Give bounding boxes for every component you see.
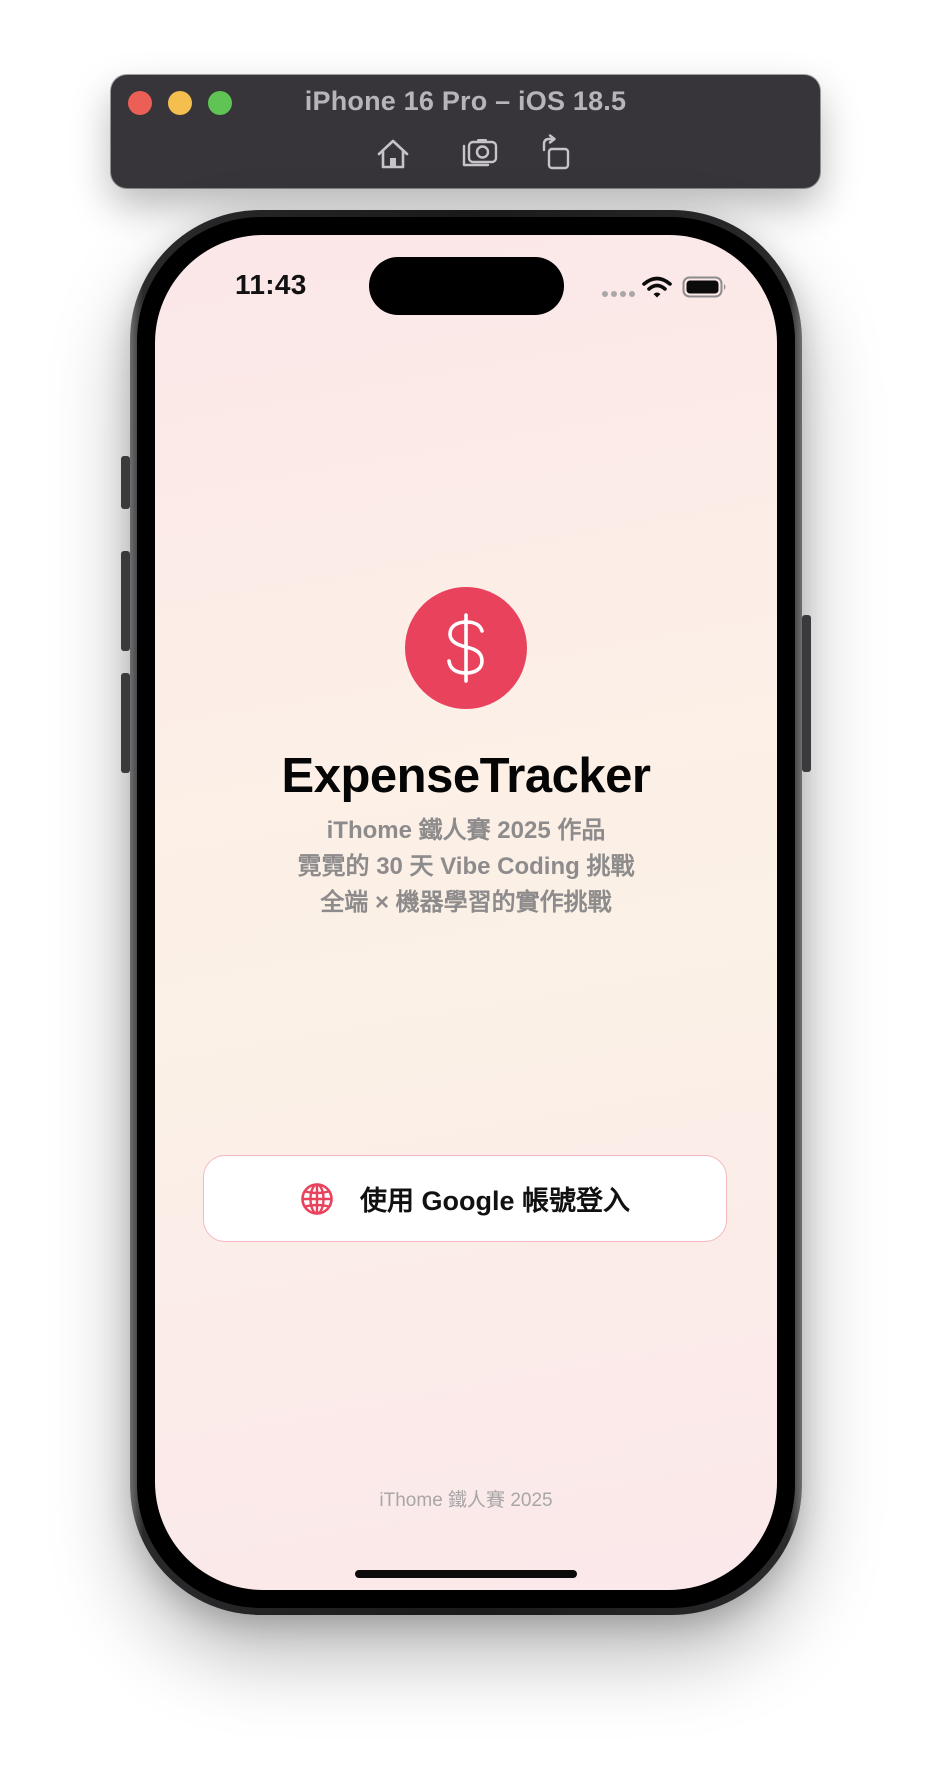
status-time: 11:43 bbox=[235, 269, 307, 300]
app-logo bbox=[405, 587, 527, 709]
home-icon[interactable] bbox=[373, 134, 417, 174]
side-power-button bbox=[802, 615, 811, 772]
cellular-signal-icon bbox=[602, 291, 636, 297]
subtitle-line-3: 全端 × 機器學習的實作挑戰 bbox=[320, 889, 612, 916]
volume-down-button bbox=[121, 673, 130, 773]
google-login-button[interactable]: 使用 Google 帳號登入 bbox=[203, 1155, 727, 1242]
home-indicator[interactable] bbox=[355, 1570, 577, 1578]
dollar-sign-icon bbox=[447, 613, 484, 683]
rotate-icon[interactable] bbox=[538, 134, 582, 174]
globe-icon bbox=[301, 1182, 333, 1215]
screenshot-icon[interactable] bbox=[460, 134, 504, 174]
app-title: ExpenseTracker bbox=[281, 749, 651, 803]
subtitle-line-1: iThome 鐵人賽 2025 作品 bbox=[326, 817, 606, 844]
volume-up-button bbox=[121, 551, 130, 651]
simulator-title: iPhone 16 Pro – iOS 18.5 bbox=[304, 86, 627, 116]
action-button bbox=[121, 456, 130, 509]
subtitle-line-2: 霓霓的 30 天 Vibe Coding 挑戰 bbox=[297, 853, 635, 880]
wifi-icon bbox=[642, 276, 672, 298]
login-button-label: 使用 Google 帳號登入 bbox=[360, 1186, 630, 1216]
footer-text: iThome 鐵人賽 2025 bbox=[379, 1490, 553, 1511]
battery-icon bbox=[682, 276, 726, 298]
dynamic-island bbox=[369, 257, 564, 315]
phone-screen: 11:43 ExpenseTracker iThome 鐵人賽 2025 作品 … bbox=[155, 235, 777, 1590]
